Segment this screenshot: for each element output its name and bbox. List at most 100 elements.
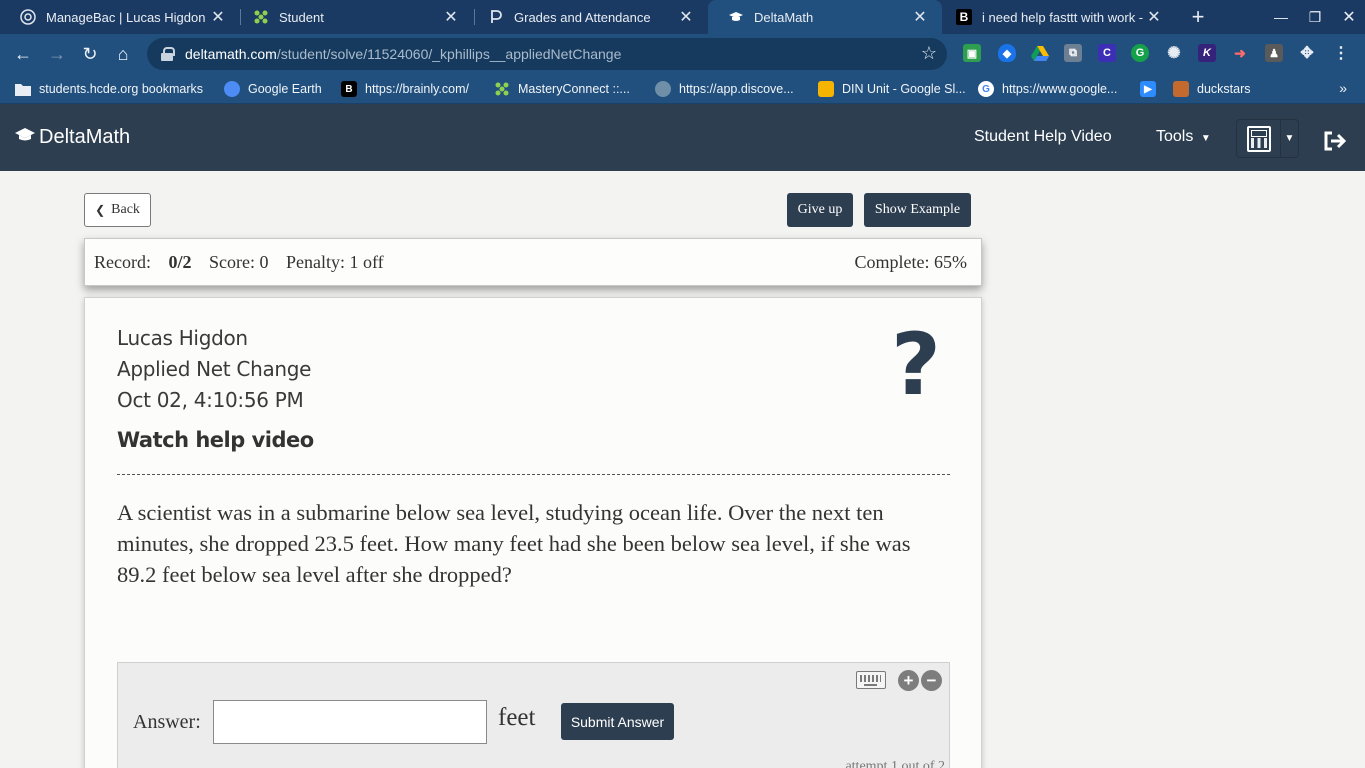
close-window-icon[interactable]: ✕: [1332, 0, 1365, 34]
tab-title: i need help fasttt with work - B: [982, 9, 1146, 25]
grammarly-icon[interactable]: G: [1131, 44, 1149, 62]
problem-card: Lucas Higdon Applied Net Change Oct 02, …: [84, 297, 982, 768]
globe-icon: [655, 81, 671, 97]
answer-label: Answer:: [133, 711, 201, 733]
close-icon[interactable]: ✕: [210, 9, 226, 26]
copy-extension-icon[interactable]: ⧉: [1064, 44, 1082, 62]
reload-icon[interactable]: ↻: [77, 41, 103, 67]
google-earth-icon: [224, 81, 240, 97]
browser-toolbar: ← → ↻ ⌂ deltamath.com/student/solve/1152…: [0, 34, 1365, 74]
browser-tab-deltamath[interactable]: DeltaMath ✕: [708, 0, 942, 34]
submit-answer-button[interactable]: Submit Answer: [561, 703, 674, 740]
c-extension-icon[interactable]: C: [1098, 44, 1116, 62]
tab-title: Grades and Attendance: [514, 9, 651, 25]
deltamath-icon: [728, 9, 744, 25]
bookmark-label: https://app.discove...: [679, 82, 794, 96]
browser-tab-student[interactable]: Student ✕: [233, 0, 473, 34]
bookmark-zoom[interactable]: ▶: [1140, 74, 1164, 104]
menu-kebab-icon[interactable]: ⋮: [1332, 44, 1350, 62]
loading-extension-icon[interactable]: ✺: [1165, 44, 1183, 62]
zoom-in-icon[interactable]: +: [898, 670, 919, 691]
bookmark-google[interactable]: G https://www.google...: [978, 74, 1117, 104]
browser-tab-brainly[interactable]: B i need help fasttt with work - B ✕: [936, 0, 1176, 34]
deltamath-navbar: DeltaMath Student Help Video Tools ▼ ▼: [0, 104, 1365, 171]
bookmark-label: https://www.google...: [1002, 82, 1118, 96]
new-tab-button[interactable]: +: [1186, 4, 1210, 30]
browser-tab-managebac[interactable]: ManageBac | Lucas Higdon ✕: [0, 0, 240, 34]
give-up-button[interactable]: Give up: [787, 193, 853, 227]
logout-icon[interactable]: [1323, 131, 1347, 157]
show-example-button[interactable]: Show Example: [864, 193, 971, 227]
extensions-puzzle-icon[interactable]: ✥: [1298, 44, 1316, 62]
bookmarks-bar: students.hcde.org bookmarks Google Earth…: [0, 74, 1365, 104]
google-slides-icon: [818, 81, 834, 97]
screencast-extension-icon[interactable]: ➜: [1231, 44, 1249, 62]
url-text: deltamath.com/student/solve/11524060/_kp…: [185, 46, 622, 62]
bookmark-discovery[interactable]: https://app.discove...: [655, 74, 794, 104]
close-icon[interactable]: ✕: [1146, 9, 1162, 26]
record: Record: 0/2: [94, 252, 192, 272]
bookmark-label: https://brainly.com/: [365, 82, 469, 96]
minimize-icon[interactable]: —: [1264, 0, 1298, 34]
answer-input[interactable]: [213, 700, 487, 744]
answer-area: + − Answer: feet Submit Answer attempt 1…: [117, 662, 950, 768]
calculator-dropdown-caret-icon[interactable]: ▼: [1281, 120, 1298, 157]
brainly-icon: B: [956, 9, 972, 25]
kami-icon[interactable]: K: [1198, 44, 1216, 62]
bookmark-duckstars[interactable]: duckstars: [1173, 74, 1251, 104]
google-drive-icon[interactable]: [1031, 44, 1049, 62]
close-icon[interactable]: ✕: [443, 9, 459, 26]
tab-title: ManageBac | Lucas Higdon: [46, 9, 206, 25]
lock-icon: [161, 47, 175, 61]
calculator-button[interactable]: [1237, 120, 1281, 157]
completion-percent: Complete: 65%: [854, 252, 967, 272]
bookmark-masteryconnect[interactable]: MasteryConnect ::...: [494, 74, 630, 104]
record-value: 0/2: [168, 252, 192, 272]
address-bar[interactable]: deltamath.com/student/solve/11524060/_kp…: [147, 38, 947, 70]
browser-tab-strip: ManageBac | Lucas Higdon ✕ Student ✕ Gra…: [0, 0, 1365, 34]
home-icon[interactable]: ⌂: [110, 41, 136, 67]
forward-arrow-icon[interactable]: →: [44, 41, 70, 67]
calculator-button-group: ▼: [1236, 119, 1299, 158]
zoom-icon: ▶: [1140, 81, 1156, 97]
back-arrow-icon[interactable]: ←: [10, 41, 36, 67]
bookmark-star-icon[interactable]: ☆: [921, 43, 937, 64]
masteryconnect-icon: [494, 81, 510, 97]
brand-name: DeltaMath: [39, 126, 131, 148]
keyboard-icon[interactable]: [856, 671, 886, 689]
bookmark-students[interactable]: students.hcde.org bookmarks: [15, 74, 203, 104]
folder-icon: [15, 81, 31, 97]
classroom-extension-icon[interactable]: ▣: [963, 44, 981, 62]
close-icon[interactable]: ✕: [678, 9, 694, 26]
close-icon[interactable]: ✕: [912, 9, 928, 26]
question-mark-icon: ?: [891, 315, 941, 415]
tools-label: Tools: [1156, 128, 1194, 145]
tools-dropdown[interactable]: Tools ▼: [1156, 128, 1211, 146]
chevron-left-icon: ❮: [95, 202, 106, 217]
student-name: Lucas Higdon: [117, 326, 248, 350]
bookmark-label: students.hcde.org bookmarks: [39, 82, 203, 96]
record-label: Record:: [94, 252, 151, 272]
student-help-video-link[interactable]: Student Help Video: [974, 128, 1112, 146]
brand-logo[interactable]: DeltaMath: [15, 126, 130, 149]
attempt-counter: attempt 1 out of 2: [845, 759, 945, 768]
browser-tab-grades[interactable]: Grades and Attendance ✕: [468, 0, 708, 34]
watch-help-video-link[interactable]: Watch help video: [117, 428, 314, 452]
duck-icon: [1173, 81, 1189, 97]
bookmark-brainly[interactable]: B https://brainly.com/: [341, 74, 469, 104]
restore-icon[interactable]: ❐: [1298, 0, 1332, 34]
divider: [117, 474, 950, 475]
tab-title: Student: [279, 9, 324, 25]
bookmark-label: MasteryConnect ::...: [518, 82, 630, 96]
profile-extension-icon[interactable]: ♟: [1265, 44, 1283, 62]
bookmark-din-unit[interactable]: DIN Unit - Google Sl...: [818, 74, 966, 104]
zoom-out-icon[interactable]: −: [921, 670, 942, 691]
bookmark-label: duckstars: [1197, 82, 1251, 96]
bookmarks-overflow-icon[interactable]: »: [1339, 80, 1347, 96]
graduation-cap-icon: [15, 127, 35, 148]
tab-title: DeltaMath: [754, 9, 814, 25]
answer-unit: feet: [498, 704, 536, 731]
bookmark-google-earth[interactable]: Google Earth: [224, 74, 322, 104]
shield-extension-icon[interactable]: ◆: [998, 44, 1016, 62]
back-button[interactable]: ❮ Back: [84, 193, 151, 227]
